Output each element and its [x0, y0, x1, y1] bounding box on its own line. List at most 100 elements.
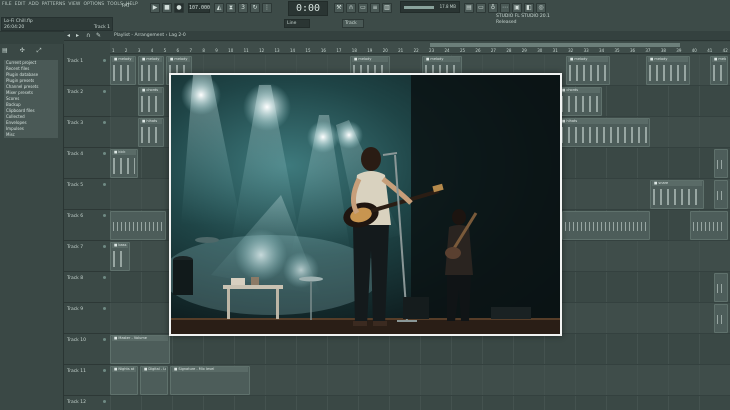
- play-button[interactable]: ▶: [150, 3, 160, 13]
- wait-button[interactable]: ⧗: [226, 3, 236, 13]
- track-header[interactable]: Track 1: [64, 55, 110, 86]
- audio-clip[interactable]: [562, 211, 650, 240]
- track-mute-led[interactable]: [103, 152, 106, 155]
- mixer-button[interactable]: ≡: [370, 3, 380, 13]
- tempo-display[interactable]: 107.000: [188, 3, 210, 13]
- render-button[interactable]: ◧: [524, 3, 534, 13]
- audio-clip[interactable]: [714, 304, 728, 333]
- automation-clip[interactable]: ■ Nights at ∙∙∙: [110, 366, 138, 395]
- browser-item[interactable]: Mixer presets: [4, 90, 58, 96]
- browser-item[interactable]: Envelopes: [4, 120, 58, 126]
- track-header[interactable]: Track 4: [64, 148, 110, 179]
- track-mute-led[interactable]: [103, 121, 106, 124]
- pattern-select[interactable]: Track: [342, 19, 364, 28]
- track-mute-led[interactable]: [103, 276, 106, 279]
- online-button[interactable]: ◎: [536, 3, 546, 13]
- track-header[interactable]: Track 2: [64, 86, 110, 117]
- tools-button[interactable]: ⚒: [334, 3, 344, 13]
- browser-resize-icon[interactable]: ⤢: [37, 47, 42, 55]
- menu-options[interactable]: OPTIONS: [83, 2, 104, 10]
- pattern-clip[interactable]: ■ melody: [110, 56, 136, 85]
- menu-view[interactable]: VIEW: [68, 2, 80, 10]
- track-mute-led[interactable]: [103, 400, 106, 403]
- automation-clip[interactable]: ■ Digital - Level: [140, 366, 168, 395]
- pattern-clip[interactable]: ■ hihats: [558, 118, 650, 147]
- playlist-arrow-icon[interactable]: ▸: [76, 32, 79, 39]
- track-lane[interactable]: ■ Master - Volume: [110, 334, 730, 365]
- metronome-button[interactable]: ◭: [214, 3, 224, 13]
- playlist-window-button[interactable]: ▤: [464, 3, 474, 13]
- time-display[interactable]: 0:00: [288, 1, 328, 16]
- browser-item[interactable]: Scores: [4, 96, 58, 102]
- track-mute-led[interactable]: [103, 183, 106, 186]
- audio-clip[interactable]: [714, 180, 728, 209]
- browser-menu-icon[interactable]: ▤: [2, 47, 8, 55]
- track-header[interactable]: Track 10: [64, 334, 110, 365]
- piano-button[interactable]: ▥: [382, 3, 392, 13]
- pattern-clip[interactable]: ■ melody: [646, 56, 690, 85]
- horizontal-scrollbar[interactable]: [430, 43, 680, 47]
- track-lane[interactable]: ■ Nights at ∙∙∙ ■ Digital - Level ■ Sign…: [110, 365, 730, 396]
- browser-item[interactable]: Impulses: [4, 126, 58, 132]
- track-header[interactable]: Track 3: [64, 117, 110, 148]
- audio-clip[interactable]: [714, 273, 728, 302]
- channel-rack-button[interactable]: ⋯: [500, 3, 510, 13]
- mic-button[interactable]: ♁: [488, 3, 498, 13]
- pattern-clip[interactable]: ■ snare: [650, 180, 704, 209]
- browser-window-button[interactable]: ▭: [476, 3, 486, 13]
- menu-patterns[interactable]: PATTERNS: [42, 2, 66, 10]
- track-mute-led[interactable]: [103, 59, 106, 62]
- browser-item[interactable]: Plugin database: [4, 72, 58, 78]
- browser-expand-icon[interactable]: ✣: [20, 47, 25, 55]
- countdown-button[interactable]: 3: [238, 3, 248, 13]
- automation-clip[interactable]: ■ Signature - Mix level: [170, 366, 250, 395]
- track-header[interactable]: Track 11: [64, 365, 110, 396]
- step-button[interactable]: ⋮: [262, 3, 272, 13]
- monitor-button[interactable]: ▭: [358, 3, 368, 13]
- track-header[interactable]: Track 8: [64, 272, 110, 303]
- audio-clip[interactable]: [690, 211, 728, 240]
- playlist-menu-icon[interactable]: ◂: [67, 32, 70, 39]
- menu-add[interactable]: ADD: [28, 2, 38, 10]
- pattern-clip[interactable]: ■ melody: [710, 56, 728, 85]
- pattern-clip[interactable]: ■ chords: [558, 87, 602, 116]
- magnet-button[interactable]: ∩: [346, 3, 356, 13]
- audio-clip[interactable]: [110, 211, 166, 240]
- browser-item[interactable]: Plugin presets: [4, 78, 58, 84]
- browser-item[interactable]: Clipboard files: [4, 108, 58, 114]
- menu-tools[interactable]: TOOLS: [107, 2, 123, 10]
- pattern-clip[interactable]: ■ kick: [110, 149, 138, 178]
- pattern-clip[interactable]: ■ hihats: [138, 118, 164, 147]
- browser-item[interactable]: Collected: [4, 114, 58, 120]
- save-button[interactable]: ▣: [512, 3, 522, 13]
- stop-button[interactable]: ■: [162, 3, 172, 13]
- track-header[interactable]: Track 7: [64, 241, 110, 272]
- automation-clip[interactable]: ■ Master - Volume: [110, 335, 170, 364]
- pattern-clip[interactable]: ■ melody: [138, 56, 164, 85]
- track-mute-led[interactable]: [103, 245, 106, 248]
- track-mute-led[interactable]: [103, 307, 106, 310]
- timeline-ruler[interactable]: 1 2 3 4 5 6 7 8 9 10 11 12 13 14 15 16 17 18 19 20 21 22 23 24 2…: [110, 42, 730, 54]
- track-lane[interactable]: [110, 396, 730, 410]
- track-header[interactable]: Track 5: [64, 179, 110, 210]
- loop-button[interactable]: ↻: [250, 3, 260, 13]
- pattern-clip[interactable]: ■ melody: [566, 56, 610, 85]
- snap-select[interactable]: Line: [284, 19, 310, 28]
- pattern-clip[interactable]: ■ chords: [138, 87, 164, 116]
- browser-item[interactable]: Current project: [4, 60, 58, 66]
- track-mute-led[interactable]: [103, 214, 106, 217]
- playlist-pencil-icon[interactable]: ✎: [96, 32, 101, 39]
- pattern-clip[interactable]: ■ bass: [110, 242, 130, 271]
- browser-item[interactable]: Misc: [4, 132, 58, 138]
- menu-edit[interactable]: EDIT: [15, 2, 26, 10]
- track-mute-led[interactable]: [103, 338, 106, 341]
- audio-clip[interactable]: [714, 149, 728, 178]
- record-button[interactable]: ●: [174, 3, 184, 13]
- track-header[interactable]: Track 6: [64, 210, 110, 241]
- browser-item[interactable]: Recent files: [4, 66, 58, 72]
- playlist-magnet-icon[interactable]: ∩: [86, 32, 90, 39]
- browser-item[interactable]: Channel presets: [4, 84, 58, 90]
- browser-item[interactable]: Backup: [4, 102, 58, 108]
- track-header[interactable]: Track 12: [64, 396, 110, 410]
- track-mute-led[interactable]: [103, 90, 106, 93]
